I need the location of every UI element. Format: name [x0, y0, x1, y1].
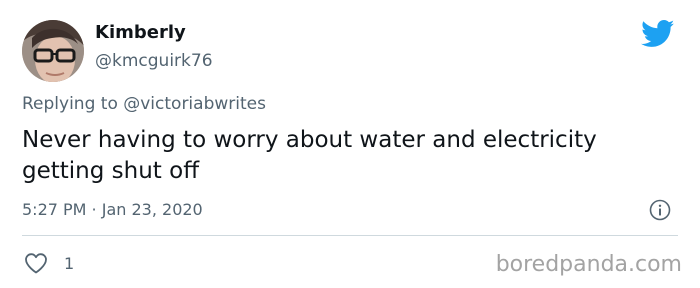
author-handle[interactable]: @kmcguirk76 — [95, 51, 213, 71]
avatar-photo — [22, 20, 84, 82]
heart-icon[interactable] — [24, 252, 48, 274]
info-icon[interactable] — [649, 199, 671, 221]
tweet-text: Never having to worry about water and el… — [22, 127, 597, 184]
replying-mention-link[interactable]: @victoriabwrites — [123, 94, 266, 114]
source-watermark: boredpanda.com — [495, 252, 682, 277]
avatar[interactable] — [22, 20, 84, 82]
tweet-timestamp[interactable]: 5:27 PM · Jan 23, 2020 — [22, 200, 203, 219]
replying-to: Replying to @victoriabwrites — [22, 94, 266, 114]
divider — [22, 235, 678, 236]
like-count: 1 — [64, 254, 75, 273]
twitter-bird-icon[interactable] — [641, 20, 675, 48]
replying-prefix: Replying to — [22, 94, 118, 114]
author-name[interactable]: Kimberly — [95, 22, 186, 43]
